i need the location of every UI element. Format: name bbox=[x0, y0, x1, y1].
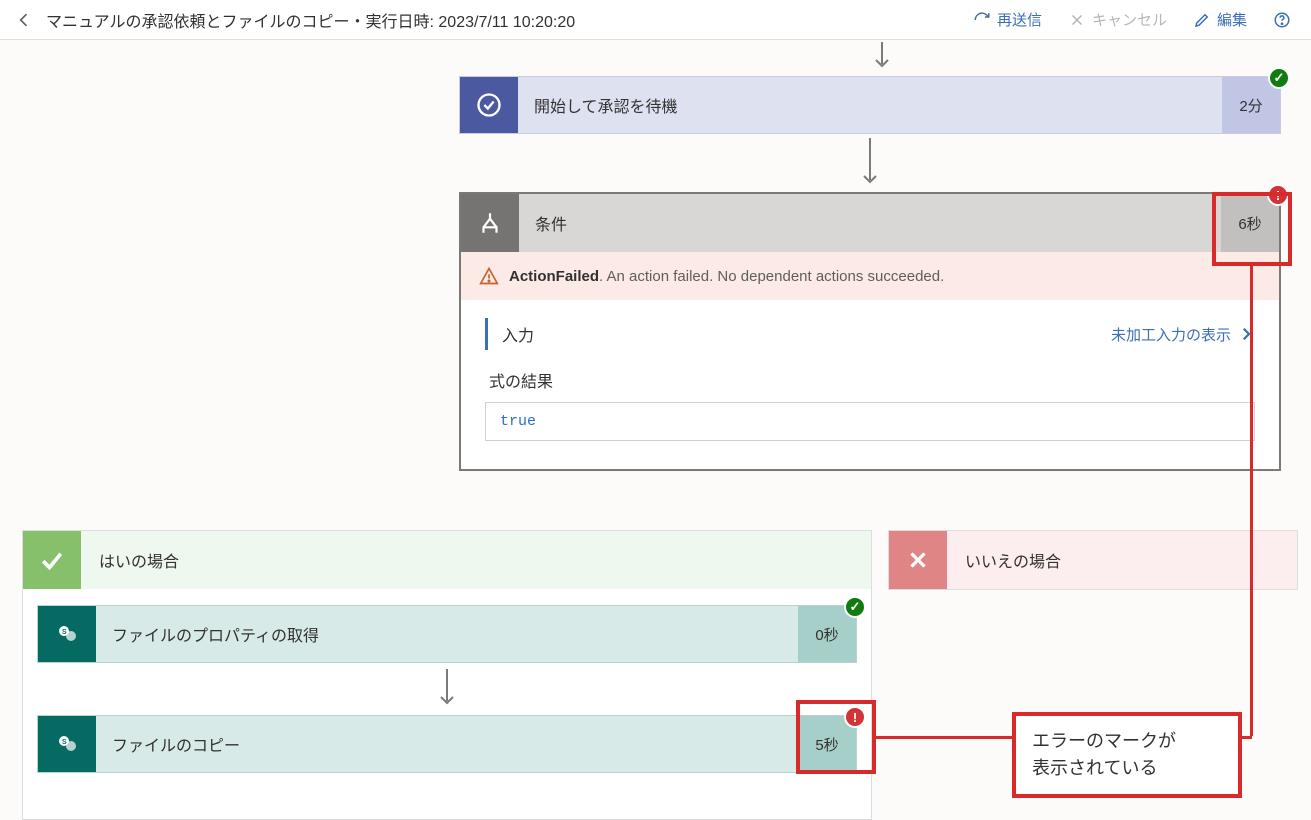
status-success-icon: ✓ bbox=[844, 596, 866, 618]
step-copy-file[interactable]: S ファイルのコピー 5秒 ! bbox=[37, 715, 857, 773]
branch-yes-label: はいの場合 bbox=[81, 548, 197, 572]
annotation-line bbox=[876, 736, 1012, 739]
arrow-down-icon bbox=[858, 138, 882, 188]
resend-button[interactable]: 再送信 bbox=[965, 5, 1050, 34]
input-label: 入力 bbox=[502, 322, 534, 346]
error-text: ActionFailed. An action failed. No depen… bbox=[509, 268, 944, 285]
branch-yes-header[interactable]: はいの場合 bbox=[23, 531, 871, 589]
back-button[interactable] bbox=[12, 8, 36, 32]
edit-button[interactable]: 編集 bbox=[1185, 5, 1255, 34]
step-get-file-properties[interactable]: S ファイルのプロパティの取得 0秒 ✓ bbox=[37, 605, 857, 663]
svg-text:S: S bbox=[62, 739, 67, 746]
pencil-icon bbox=[1193, 11, 1211, 29]
refresh-icon bbox=[973, 11, 991, 29]
warning-triangle-icon bbox=[479, 266, 499, 286]
help-icon bbox=[1273, 11, 1291, 29]
condition-error-banner: ActionFailed. An action failed. No depen… bbox=[461, 252, 1279, 300]
close-icon bbox=[1068, 11, 1086, 29]
arrow-down-icon bbox=[870, 42, 894, 72]
step-condition[interactable]: 条件 6秒 ! ActionFailed. An action failed. … bbox=[459, 192, 1281, 471]
help-button[interactable] bbox=[1265, 7, 1299, 33]
expression-result-value: true bbox=[485, 402, 1255, 441]
approval-icon bbox=[460, 77, 518, 133]
flow-canvas: 開始して承認を待機 2分 ✓ 条件 6秒 ! ActionFailed. An … bbox=[0, 40, 1311, 797]
sharepoint-icon: S bbox=[38, 716, 96, 772]
annotation-note: エラーのマークが 表示されている bbox=[1012, 712, 1242, 798]
run-header: マニュアルの承認依頼とファイルのコピー・実行日時: 2023/7/11 10:2… bbox=[0, 0, 1311, 40]
page-title: マニュアルの承認依頼とファイルのコピー・実行日時: 2023/7/11 10:2… bbox=[46, 8, 575, 32]
cancel-label: キャンセル bbox=[1092, 9, 1167, 30]
arrow-down-icon bbox=[37, 663, 857, 715]
status-error-icon: ! bbox=[844, 706, 866, 728]
condition-input-row: 入力 未加工入力の表示 bbox=[485, 318, 1255, 350]
status-error-icon: ! bbox=[1267, 184, 1289, 206]
sharepoint-icon: S bbox=[38, 606, 96, 662]
show-raw-input-link[interactable]: 未加工入力の表示 bbox=[1111, 324, 1255, 345]
expression-result-label: 式の結果 bbox=[489, 368, 1251, 392]
step-start-approval-label: 開始して承認を待機 bbox=[518, 77, 1222, 133]
branch-yes: はいの場合 S ファイルのプロパティの取得 0秒 ✓ S ファイルのコピー 5秒 bbox=[22, 530, 872, 820]
checkmark-icon bbox=[23, 531, 81, 589]
condition-body: 入力 未加工入力の表示 式の結果 true bbox=[461, 300, 1279, 469]
condition-label: 条件 bbox=[519, 194, 1221, 252]
condition-header[interactable]: 条件 6秒 bbox=[461, 194, 1279, 252]
condition-icon bbox=[461, 194, 519, 252]
status-success-icon: ✓ bbox=[1268, 67, 1290, 89]
resend-label: 再送信 bbox=[997, 9, 1042, 30]
svg-text:S: S bbox=[62, 629, 67, 636]
branch-no: いいえの場合 bbox=[888, 530, 1298, 590]
branch-no-label: いいえの場合 bbox=[947, 548, 1079, 572]
edit-label: 編集 bbox=[1217, 9, 1247, 30]
chevron-right-icon bbox=[1237, 325, 1255, 343]
close-icon bbox=[889, 531, 947, 589]
get-file-properties-label: ファイルのプロパティの取得 bbox=[96, 606, 798, 662]
cancel-button: キャンセル bbox=[1060, 5, 1175, 34]
copy-file-label: ファイルのコピー bbox=[96, 716, 798, 772]
branch-no-header[interactable]: いいえの場合 bbox=[889, 531, 1297, 589]
step-start-approval[interactable]: 開始して承認を待機 2分 ✓ bbox=[459, 76, 1281, 134]
